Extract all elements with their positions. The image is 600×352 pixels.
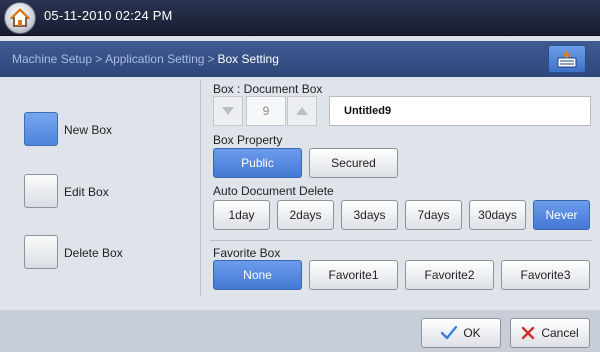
breadcrumb-item-application-setting[interactable]: Application Setting bbox=[105, 52, 204, 66]
new-box-label: New Box bbox=[64, 123, 113, 137]
box-property-label: Box Property bbox=[213, 133, 283, 147]
box-number-label: Box : Document Box bbox=[213, 82, 323, 96]
edit-box-button[interactable] bbox=[24, 174, 58, 208]
delete-box-label: Delete Box bbox=[64, 246, 123, 260]
favorite3-button[interactable]: Favorite3 bbox=[501, 260, 590, 290]
ok-button[interactable]: OK bbox=[421, 318, 501, 348]
new-box-button[interactable] bbox=[24, 112, 58, 146]
box-number-decrease-button[interactable] bbox=[213, 96, 243, 126]
favorite2-button[interactable]: Favorite2 bbox=[405, 260, 494, 290]
favorite-box-label: Favorite Box bbox=[213, 246, 281, 260]
breadcrumb-separator: > bbox=[207, 52, 215, 66]
datetime-display: 05-11-2010 02:24 PM bbox=[44, 8, 173, 23]
delete-never-button[interactable]: Never bbox=[533, 200, 590, 230]
public-button[interactable]: Public bbox=[213, 148, 302, 178]
delete-7days-button[interactable]: 7days bbox=[405, 200, 462, 230]
auto-delete-label: Auto Document Delete bbox=[213, 184, 334, 198]
secured-button[interactable]: Secured bbox=[309, 148, 398, 178]
breadcrumb-bar: Machine Setup > Application Setting > Box Se… bbox=[0, 41, 600, 77]
cancel-button[interactable]: Cancel bbox=[510, 318, 590, 348]
top-bar: 05-11-2010 02:24 PM bbox=[0, 0, 600, 36]
triangle-down-icon bbox=[222, 107, 234, 115]
favorite-none-button[interactable]: None bbox=[213, 260, 302, 290]
home-icon bbox=[10, 8, 30, 27]
vertical-divider bbox=[200, 80, 201, 296]
document-tray-icon bbox=[557, 51, 577, 68]
delete-3days-button[interactable]: 3days bbox=[341, 200, 398, 230]
box-name-input[interactable]: Untitled9 bbox=[329, 96, 591, 126]
box-number-field[interactable]: 9 bbox=[246, 96, 286, 126]
delete-2days-button[interactable]: 2days bbox=[277, 200, 334, 230]
breadcrumb-item-machine-setup[interactable]: Machine Setup bbox=[12, 52, 92, 66]
ok-label: OK bbox=[463, 326, 481, 340]
home-button[interactable] bbox=[4, 2, 36, 34]
favorite1-button[interactable]: Favorite1 bbox=[309, 260, 398, 290]
delete-30days-button[interactable]: 30days bbox=[469, 200, 526, 230]
edit-box-label: Edit Box bbox=[64, 185, 109, 199]
section-divider bbox=[210, 240, 592, 241]
checkmark-icon bbox=[441, 326, 458, 340]
breadcrumb: Machine Setup > Application Setting > Box Se… bbox=[12, 52, 279, 66]
document-tray-button[interactable] bbox=[548, 45, 586, 73]
delete-1day-button[interactable]: 1day bbox=[213, 200, 270, 230]
breadcrumb-current: Box Setting bbox=[217, 52, 279, 66]
breadcrumb-separator: > bbox=[95, 52, 103, 66]
cancel-label: Cancel bbox=[541, 326, 579, 340]
box-number-increase-button[interactable] bbox=[287, 96, 317, 126]
close-icon bbox=[522, 326, 535, 340]
triangle-up-icon bbox=[296, 107, 308, 115]
delete-box-button[interactable] bbox=[24, 235, 58, 269]
